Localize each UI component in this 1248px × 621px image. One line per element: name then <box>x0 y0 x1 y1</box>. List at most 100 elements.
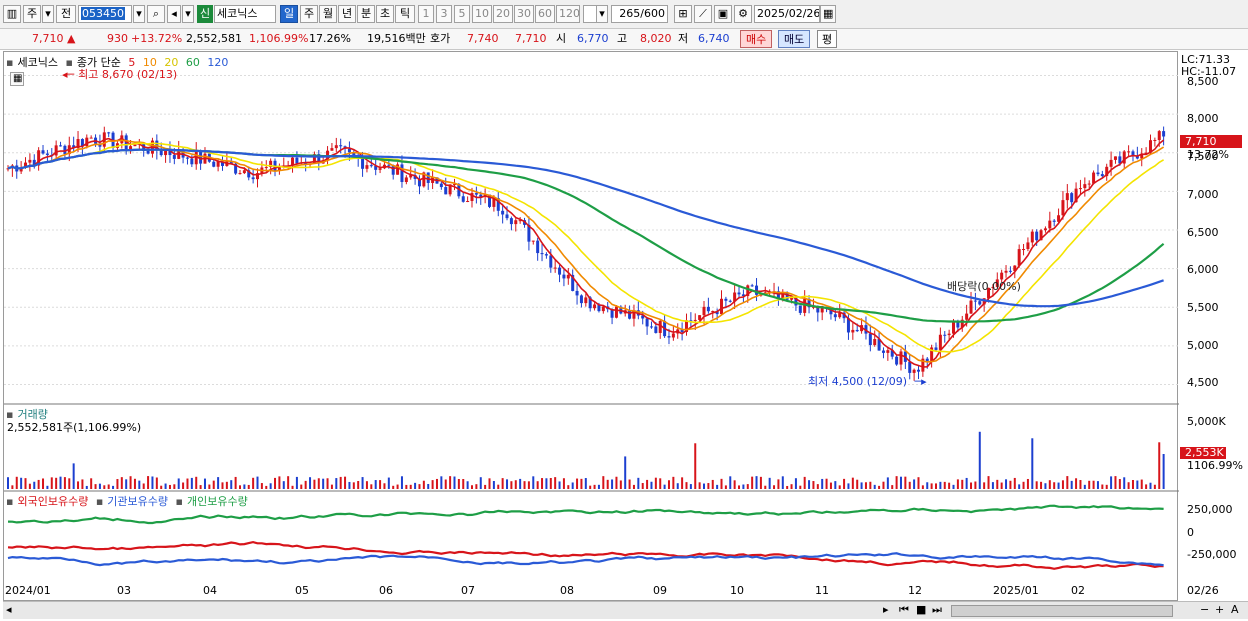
chevron-down-icon[interactable]: ▾ <box>42 5 54 23</box>
volume-bar <box>851 477 854 489</box>
auto-scale-icon[interactable]: A <box>1231 603 1239 616</box>
candle-body <box>667 336 671 338</box>
candle-body <box>264 167 268 169</box>
candle-body <box>164 150 168 156</box>
type-select[interactable]: 주 <box>23 5 41 23</box>
table-icon[interactable]: ▦ <box>10 72 24 86</box>
volume-bar <box>926 482 929 489</box>
volume-bar <box>190 477 193 489</box>
count-input[interactable]: 265/600 <box>611 5 668 23</box>
scroll-thumb[interactable] <box>951 605 1173 617</box>
volume-bar <box>834 481 837 489</box>
calendar-icon[interactable]: ▦ <box>820 5 836 23</box>
eval-button[interactable]: 평 <box>817 30 838 48</box>
y-axis: LC:71.33 HC:-11.07 8,500 8,000 7,500 7,0… <box>1179 51 1248 601</box>
volume-bar <box>847 483 850 489</box>
scroll-right-icon[interactable]: ▸ <box>883 603 889 616</box>
interval-20[interactable]: 20 <box>493 5 513 23</box>
volume-bar <box>952 484 955 489</box>
scrollbar[interactable]: ◂ ▸ ⏮ ■ ⏭ − + A <box>3 601 1248 619</box>
x-label: 02 <box>1071 584 1085 597</box>
volume-bar <box>147 476 150 489</box>
period-day[interactable]: 일 <box>280 5 298 23</box>
volume-bar <box>133 478 136 489</box>
interval-30[interactable]: 30 <box>514 5 534 23</box>
forward-icon[interactable]: ⏭ <box>932 603 942 617</box>
zoom-in-icon[interactable]: + <box>1215 603 1224 616</box>
interval-5[interactable]: 5 <box>454 5 470 23</box>
volume-bar <box>729 476 732 489</box>
vol-last-box: 2,553K <box>1180 447 1226 459</box>
volume-bar <box>974 481 977 489</box>
zoom-out-icon[interactable]: − <box>1200 603 1209 616</box>
volume-bar <box>983 482 986 489</box>
prev-button[interactable]: 전 <box>56 5 76 23</box>
volume-bar <box>20 477 23 489</box>
interval-1[interactable]: 1 <box>418 5 434 23</box>
chart-tools-icon[interactable]: ⊞ <box>674 5 692 23</box>
search-icon[interactable]: ⌕ <box>147 5 165 23</box>
stock-name-field[interactable]: 세코닉스 <box>214 5 276 23</box>
volume-bar <box>195 476 198 489</box>
dropdown-icon[interactable]: ▾ <box>182 5 194 23</box>
candle-body <box>1030 231 1034 243</box>
price-change-pct: +13.72% <box>131 32 183 45</box>
candles <box>6 126 1166 381</box>
volume-value-label: 2,552,581주(1,106.99%) <box>7 421 142 434</box>
buy-button[interactable]: 매수 <box>740 30 773 48</box>
save-icon[interactable]: ▣ <box>714 5 732 23</box>
interval-10[interactable]: 10 <box>472 5 492 23</box>
volume-bar <box>1066 476 1069 489</box>
volume-bar <box>1018 484 1021 489</box>
candle-body <box>28 159 32 163</box>
candle-body <box>330 148 334 151</box>
speaker-icon[interactable]: ◂ <box>167 5 181 23</box>
period-month[interactable]: 월 <box>319 5 337 23</box>
candle-body <box>251 177 255 180</box>
scroll-left-icon[interactable]: ◂ <box>6 603 12 616</box>
volume-bar <box>33 481 36 489</box>
stop-icon[interactable]: ■ <box>916 603 926 616</box>
date-input[interactable]: 2025/02/26 <box>754 5 820 23</box>
gear-icon[interactable]: ⚙ <box>734 5 752 23</box>
candle-body <box>59 145 63 147</box>
current-price: 7,710 ▲ <box>32 32 76 45</box>
volume-bar <box>81 479 84 489</box>
volume-bar <box>466 481 469 489</box>
volume-bar <box>759 476 762 489</box>
draw-line-icon[interactable]: ⟋ <box>694 5 712 23</box>
volume-bar <box>519 478 522 489</box>
volume-bar <box>755 476 758 489</box>
chart-svg[interactable] <box>4 52 1179 602</box>
period-week[interactable]: 주 <box>300 5 318 23</box>
interval-60[interactable]: 60 <box>535 5 555 23</box>
volume-bar <box>878 485 881 489</box>
volume-bar <box>208 484 211 489</box>
interval-120[interactable]: 120 <box>556 5 580 23</box>
candle-body <box>1048 220 1052 229</box>
candle-body <box>886 350 890 353</box>
volume-bar <box>488 478 491 489</box>
period-year[interactable]: 년 <box>338 5 356 23</box>
period-second[interactable]: 초 <box>376 5 394 23</box>
volume-bar <box>707 483 710 489</box>
stock-code-input[interactable]: 053450 <box>78 5 132 23</box>
volume-bar <box>663 484 666 489</box>
code-dropdown-icon[interactable]: ▾ <box>133 5 145 23</box>
period-tick[interactable]: 틱 <box>395 5 415 23</box>
volume-bar <box>869 481 872 489</box>
interval-dropdown-icon[interactable]: ▾ <box>596 5 608 23</box>
period-minute[interactable]: 분 <box>357 5 375 23</box>
volume-bar <box>125 479 128 489</box>
volume-bar <box>935 483 937 489</box>
volume-bar <box>716 484 719 489</box>
volume-bar <box>1013 477 1016 489</box>
volume-bar <box>313 479 316 489</box>
chart-area[interactable]: ▪ 세코닉스 ▪ 종가 단순 5 10 20 60 120 ◂─ 최고 8,670 (… <box>3 51 1179 602</box>
candle-body <box>925 358 929 361</box>
rewind-icon[interactable]: ⏮ <box>899 603 909 617</box>
sell-button[interactable]: 매도 <box>778 30 811 48</box>
interval-3[interactable]: 3 <box>436 5 452 23</box>
chart-type-icon[interactable]: ▥ <box>3 5 21 23</box>
candle-body <box>400 164 404 183</box>
